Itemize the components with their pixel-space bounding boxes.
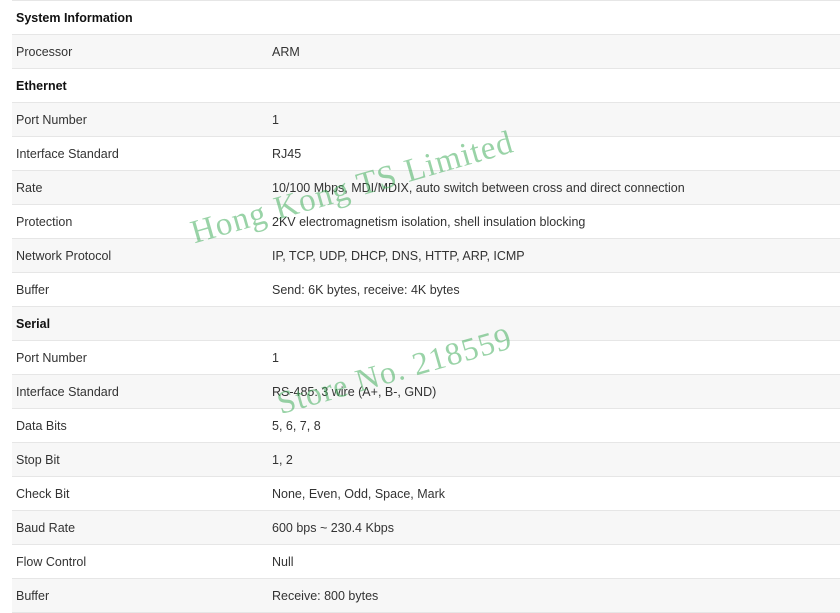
spec-label: Baud Rate [16,520,76,535]
spec-row: Processor ARM [12,35,840,69]
spec-value: RS-485: 3 wire (A+, B-, GND) [272,384,437,399]
section-header: Ethernet [12,69,840,103]
spec-value: None, Even, Odd, Space, Mark [272,486,446,501]
spec-value: RJ45 [272,146,302,161]
spec-value: 1 [272,112,279,127]
section-header: Serial [12,307,840,341]
spec-row: Port Number 1 [12,103,840,137]
spec-label: Rate [16,180,43,195]
spec-label: Interface Standard [16,384,119,399]
spec-label: Stop Bit [16,452,60,467]
spec-row: Flow Control Null [12,545,840,579]
spec-value: 5, 6, 7, 8 [272,418,321,433]
spec-row: Data Bits 5, 6, 7, 8 [12,409,840,443]
spec-value: 1 [272,350,279,365]
spec-value: 1, 2 [272,452,293,467]
spec-row: Baud Rate 600 bps ~ 230.4 Kbps [12,511,840,545]
spec-row: Interface Standard RJ45 [12,137,840,171]
spec-row: Network Protocol IP, TCP, UDP, DHCP, DNS,… [12,239,840,273]
section-title: System Information [16,10,133,25]
spec-label: Network Protocol [16,248,112,263]
spec-value: Receive: 800 bytes [272,588,379,603]
spec-label: Buffer [16,588,50,603]
spec-label: Flow Control [16,554,87,569]
section-title: Serial [16,316,51,331]
spec-label: Protection [16,214,73,229]
spec-row: Stop Bit 1, 2 [12,443,840,477]
spec-value: 600 bps ~ 230.4 Kbps [272,520,394,535]
spec-row: Port Number 1 [12,341,840,375]
spec-row: Interface Standard RS-485: 3 wire (A+, B-… [12,375,840,409]
section-header: System Information [12,1,840,35]
spec-row: Rate 10/100 Mbps, MDI/MDIX, auto switch b… [12,171,840,205]
spec-value: ARM [272,44,300,59]
spec-value: Null [272,554,294,569]
section-title: Ethernet [16,78,67,93]
spec-row: Buffer Send: 6K bytes, receive: 4K bytes [12,273,840,307]
spec-label: Port Number [16,350,87,365]
spec-label: Buffer [16,282,50,297]
spec-row: Protection 2KV electromagnetism isolation… [12,205,840,239]
spec-value: Send: 6K bytes, receive: 4K bytes [272,282,460,297]
spec-label: Data Bits [16,418,67,433]
spec-label: Port Number [16,112,87,127]
spec-value: 2KV electromagnetism isolation, shell in… [272,214,586,229]
spec-row: Buffer Receive: 800 bytes [12,579,840,613]
spec-row: Check Bit None, Even, Odd, Space, Mark [12,477,840,511]
spec-value: IP, TCP, UDP, DHCP, DNS, HTTP, ARP, ICMP [272,248,525,263]
spec-label: Check Bit [16,486,70,501]
spec-label: Processor [16,44,73,59]
spec-value: 10/100 Mbps, MDI/MDIX, auto switch betwe… [272,180,685,195]
spec-label: Interface Standard [16,146,119,161]
spec-table: System Information Processor ARM Ethernet Po… [12,0,840,613]
